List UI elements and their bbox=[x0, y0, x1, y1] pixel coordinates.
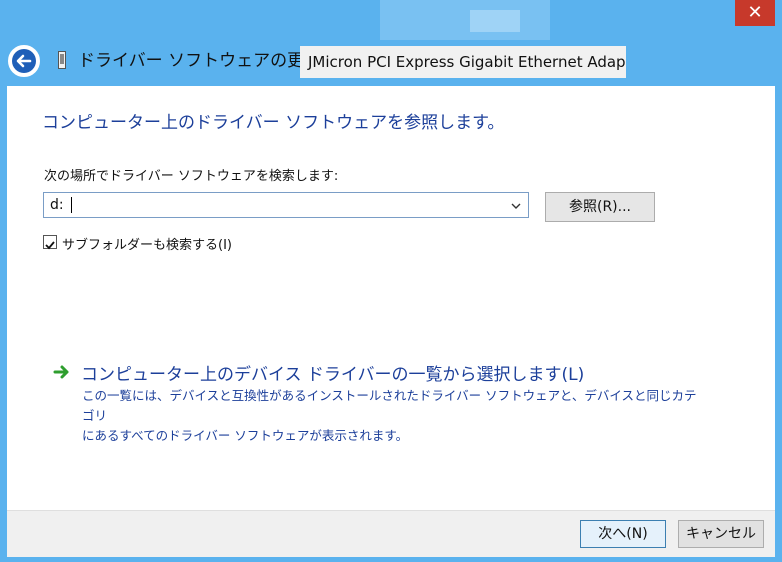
path-input[interactable] bbox=[44, 193, 504, 217]
wizard-header: ドライバー ソフトウェアの更新 - JMicron PCI Express Gi… bbox=[0, 38, 782, 86]
background-blur-2 bbox=[470, 10, 520, 32]
close-icon: ✕ bbox=[747, 2, 763, 23]
pick-from-list-link[interactable]: コンピューター上のデバイス ドライバーの一覧から選択します(L) bbox=[81, 360, 584, 385]
cancel-button[interactable]: キャンセル bbox=[678, 520, 764, 548]
description-line-1: この一覧には、デバイスと互換性があるインストールされたドライバー ソフトウェアと… bbox=[82, 388, 697, 423]
pick-from-list-description: この一覧には、デバイスと互換性があるインストールされたドライバー ソフトウェアと… bbox=[82, 386, 702, 446]
page-heading: コンピューター上のドライバー ソフトウェアを参照します。 bbox=[42, 113, 505, 133]
wizard-title: ドライバー ソフトウェアの更新 - bbox=[78, 51, 333, 71]
include-subfolders-label[interactable]: サブフォルダーも検索する(I) bbox=[62, 234, 232, 253]
close-button[interactable]: ✕ bbox=[735, 0, 775, 26]
next-button[interactable]: 次へ(N) bbox=[580, 520, 666, 548]
chevron-down-icon[interactable] bbox=[509, 198, 523, 212]
wizard-footer: 次へ(N) キャンセル bbox=[7, 510, 775, 557]
window-frame: ✕ ドライバー ソフトウェアの更新 - JMicron PCI Express … bbox=[0, 0, 782, 562]
search-location-label: 次の場所でドライバー ソフトウェアを検索します: bbox=[44, 169, 339, 184]
path-combobox[interactable] bbox=[43, 192, 529, 218]
checkmark-icon bbox=[45, 241, 55, 250]
green-arrow-icon[interactable] bbox=[53, 364, 71, 380]
device-name: JMicron PCI Express Gigabit Ethernet Ada… bbox=[300, 46, 626, 78]
back-button[interactable] bbox=[8, 45, 40, 77]
description-line-2: にあるすべてのドライバー ソフトウェアが表示されます。 bbox=[82, 428, 409, 443]
background-blur bbox=[380, 0, 550, 40]
browse-button[interactable]: 参照(R)... bbox=[545, 192, 655, 222]
back-arrow-icon bbox=[12, 49, 36, 73]
include-subfolders-checkbox[interactable] bbox=[43, 235, 57, 250]
network-adapter-icon bbox=[58, 51, 66, 69]
wizard-content: コンピューター上のドライバー ソフトウェアを参照します。 次の場所でドライバー … bbox=[7, 86, 775, 510]
text-caret bbox=[71, 197, 72, 213]
